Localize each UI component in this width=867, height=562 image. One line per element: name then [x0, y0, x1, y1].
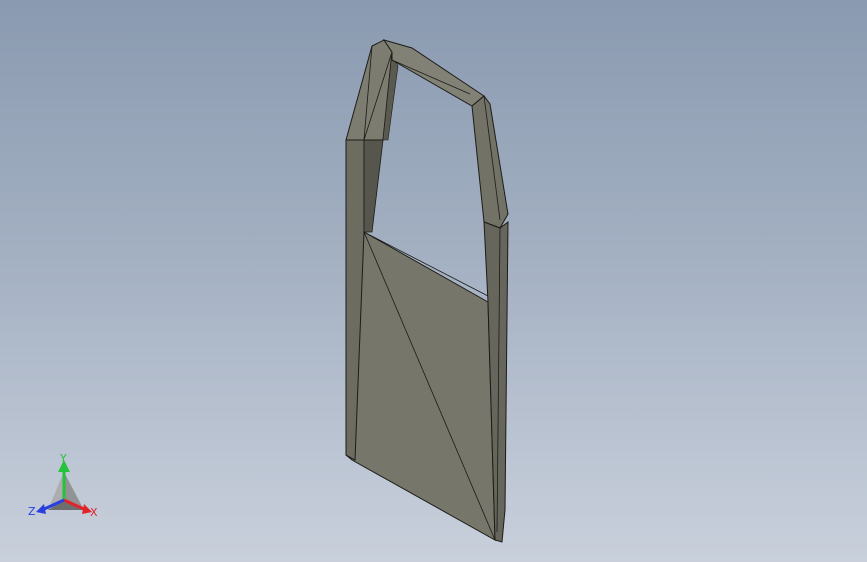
- y-axis-label: Y: [59, 452, 67, 465]
- reference-triad: Y X Z: [28, 452, 98, 519]
- z-axis-label: Z: [28, 505, 36, 518]
- graphics-viewport[interactable]: Y X Z: [0, 0, 867, 562]
- x-axis-label: X: [90, 506, 98, 519]
